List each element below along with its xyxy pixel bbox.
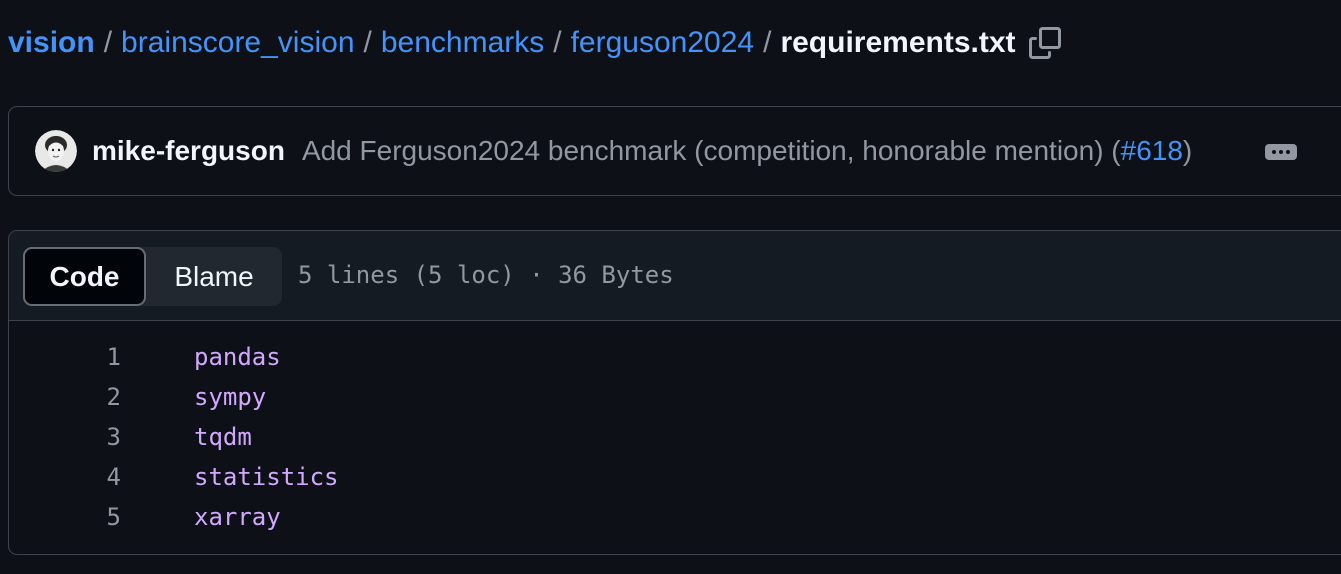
code-line: 5 xarray — [9, 497, 1341, 537]
commit-message[interactable]: Add Ferguson2024 benchmark (competition,… — [302, 135, 1192, 167]
line-content: pandas — [194, 343, 281, 371]
breadcrumb-separator: / — [763, 26, 772, 59]
view-mode-toggle: Code Blame — [23, 247, 282, 306]
line-content: xarray — [194, 503, 281, 531]
latest-commit-bar: mike-ferguson Add Ferguson2024 benchmark… — [8, 106, 1341, 196]
breadcrumb: vision / brainscore_vision / benchmarks … — [8, 22, 1062, 64]
code-line: 3 tqdm — [9, 417, 1341, 457]
breadcrumb-link-brainscore-vision[interactable]: brainscore_vision — [121, 26, 354, 60]
copy-path-button[interactable] — [1028, 26, 1062, 60]
commit-message-text: Add Ferguson2024 benchmark (competition,… — [301, 135, 1121, 166]
kebab-horizontal-icon — [1265, 144, 1297, 160]
code-line: 2 sympy — [9, 377, 1341, 417]
tab-code[interactable]: Code — [23, 247, 146, 306]
line-content: statistics — [194, 463, 339, 491]
line-content: tqdm — [194, 423, 252, 451]
commit-message-close: ) — [1182, 135, 1193, 166]
file-header: Code Blame 5 lines (5 loc) · 36 Bytes — [9, 231, 1341, 321]
tab-blame[interactable]: Blame — [146, 247, 282, 306]
line-number[interactable]: 2 — [61, 377, 121, 417]
commit-author-link[interactable]: mike-ferguson — [92, 135, 285, 167]
line-number[interactable]: 1 — [61, 337, 121, 377]
breadcrumb-separator: / — [103, 26, 113, 59]
avatar[interactable] — [35, 130, 77, 172]
pull-request-link[interactable]: #618 — [1121, 135, 1183, 166]
commit-details-button[interactable] — [1265, 137, 1297, 167]
breadcrumb-link-ferguson2024[interactable]: ferguson2024 — [571, 26, 755, 60]
code-line: 4 statistics — [9, 457, 1341, 497]
file-name: requirements.txt — [780, 26, 1016, 59]
code-line: 1 pandas — [9, 337, 1341, 377]
line-content: sympy — [194, 383, 267, 411]
line-number[interactable]: 4 — [61, 457, 121, 497]
breadcrumb-separator: / — [553, 26, 562, 59]
line-number[interactable]: 3 — [61, 417, 121, 457]
file-viewer: Code Blame 5 lines (5 loc) · 36 Bytes 1 … — [8, 230, 1341, 555]
line-number[interactable]: 5 — [61, 497, 121, 537]
breadcrumb-separator: / — [363, 26, 372, 59]
breadcrumb-link-vision[interactable]: vision — [8, 26, 95, 60]
file-stats: 5 lines (5 loc) · 36 Bytes — [298, 261, 674, 289]
breadcrumb-link-benchmarks[interactable]: benchmarks — [381, 26, 544, 60]
copy-icon — [1028, 27, 1061, 59]
